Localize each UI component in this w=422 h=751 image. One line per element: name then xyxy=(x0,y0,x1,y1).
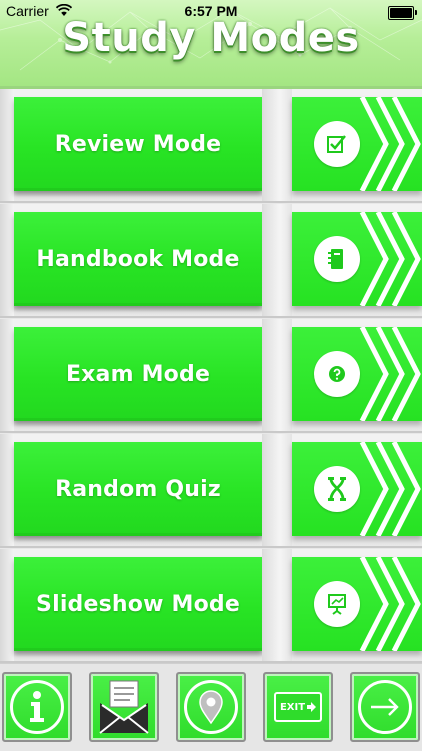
mode-row-handbook: Handbook Mode xyxy=(0,204,422,318)
exit-sign-icon: EXIT xyxy=(274,692,322,722)
location-pin-icon xyxy=(184,680,238,734)
presentation-icon xyxy=(314,581,360,627)
mode-list: Review Mode Handbook Mode Exam Mode Rand… xyxy=(0,89,422,663)
question-icon xyxy=(314,351,360,397)
exam-mode-arrow-button[interactable] xyxy=(292,327,422,421)
mode-row-slideshow: Slideshow Mode xyxy=(0,549,422,663)
info-icon xyxy=(10,680,64,734)
mail-button[interactable] xyxy=(89,672,159,742)
mode-label: Random Quiz xyxy=(55,476,221,502)
exit-label: EXIT xyxy=(279,701,306,713)
shuffle-icon xyxy=(314,466,360,512)
mode-label: Slideshow Mode xyxy=(36,591,240,617)
info-button[interactable] xyxy=(2,672,72,742)
exam-mode-button[interactable]: Exam Mode xyxy=(14,327,262,427)
mode-label: Exam Mode xyxy=(65,361,211,387)
mode-row-review: Review Mode xyxy=(0,89,422,203)
slideshow-mode-button[interactable]: Slideshow Mode xyxy=(14,557,262,657)
notebook-icon xyxy=(314,236,360,282)
mode-label: Review Mode xyxy=(54,131,222,157)
arrow-right-icon xyxy=(358,680,412,734)
review-mode-button[interactable]: Review Mode xyxy=(14,97,262,197)
mode-label: Handbook Mode xyxy=(36,246,240,272)
header-bar: Carrier 6:57 PM Study Modes xyxy=(0,0,422,86)
handbook-mode-arrow-button[interactable] xyxy=(292,212,422,306)
review-mode-arrow-button[interactable] xyxy=(292,97,422,191)
random-quiz-button[interactable]: Random Quiz xyxy=(14,442,262,542)
handbook-mode-button[interactable]: Handbook Mode xyxy=(14,212,262,312)
mode-row-exam: Exam Mode xyxy=(0,319,422,433)
exit-button[interactable]: EXIT xyxy=(263,672,333,742)
slideshow-mode-arrow-button[interactable] xyxy=(292,557,422,651)
checkbox-icon xyxy=(314,121,360,167)
bottom-toolbar: EXIT xyxy=(0,663,422,751)
random-quiz-arrow-button[interactable] xyxy=(292,442,422,536)
page-title: Study Modes xyxy=(62,15,360,61)
location-button[interactable] xyxy=(176,672,246,742)
mode-row-random: Random Quiz xyxy=(0,434,422,548)
mail-icon xyxy=(99,680,149,734)
next-button[interactable] xyxy=(350,672,420,742)
